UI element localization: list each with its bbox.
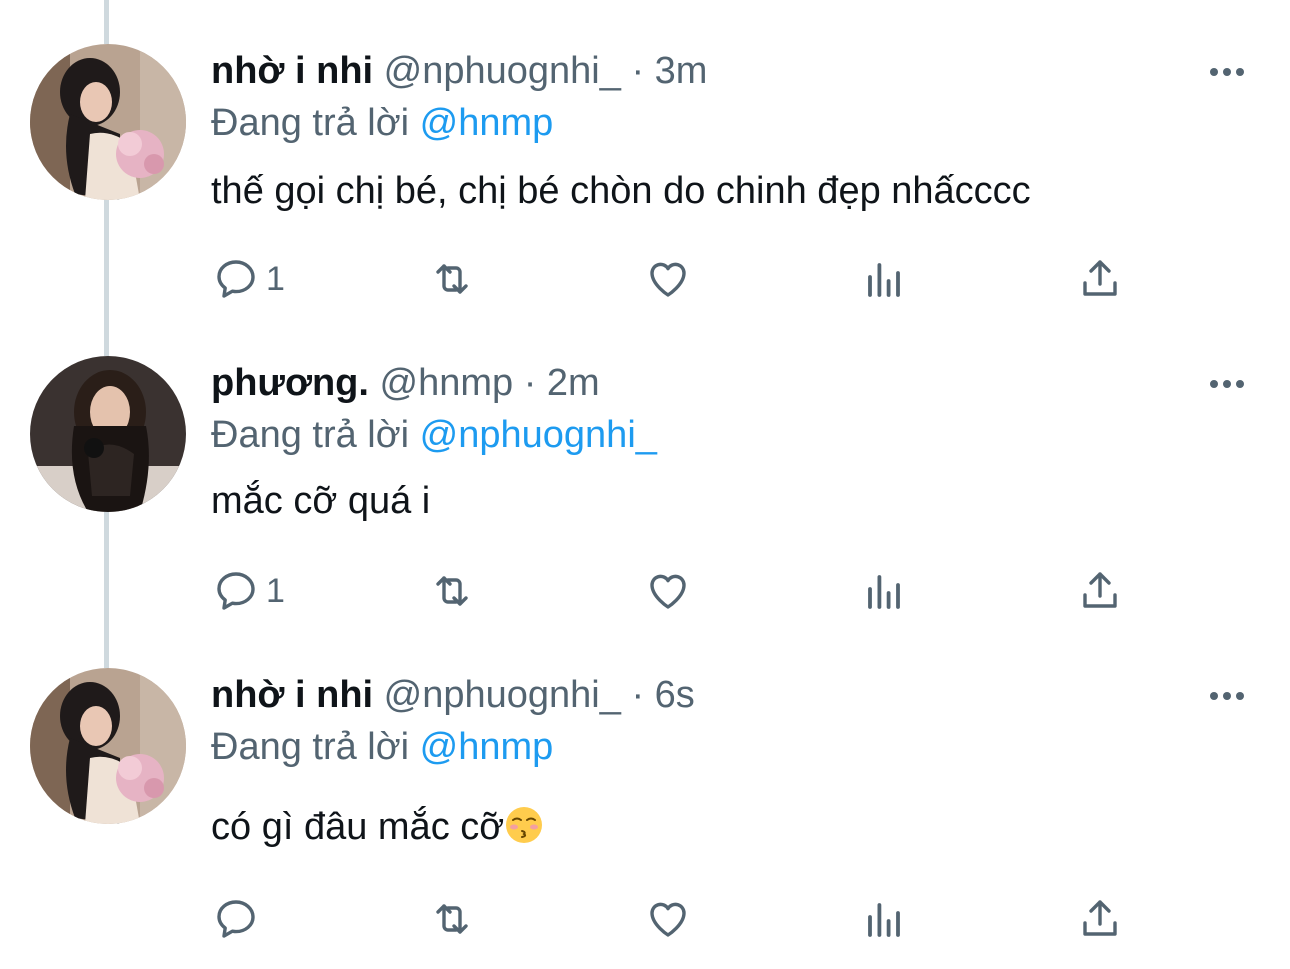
retweet-button[interactable] xyxy=(428,254,476,304)
action-bar: 1 xyxy=(0,566,1290,626)
separator-dot: · xyxy=(631,50,645,92)
reply-count: 1 xyxy=(266,259,285,298)
timestamp[interactable]: 3m xyxy=(655,50,708,92)
display-name[interactable]: nhờ i nhi xyxy=(211,50,373,92)
retweet-button[interactable] xyxy=(428,566,476,616)
avatar[interactable] xyxy=(30,44,186,200)
share-button[interactable] xyxy=(1076,894,1124,944)
thread-line xyxy=(104,0,109,44)
share-icon xyxy=(1083,260,1117,296)
replying-prefix: Đang trả lời xyxy=(211,726,410,768)
share-button[interactable] xyxy=(1076,566,1124,616)
tweet-text: mắc cỡ quá i xyxy=(211,480,431,522)
display-name[interactable]: nhờ i nhi xyxy=(211,674,373,716)
avatar-photo-woman-flowers-icon xyxy=(30,44,186,200)
retweet-icon xyxy=(436,264,468,294)
display-name[interactable]: phương. xyxy=(211,362,369,404)
replying-to: Đang trả lời @hnmp xyxy=(211,724,553,770)
analytics-button[interactable] xyxy=(860,254,908,304)
retweet-icon xyxy=(436,904,468,934)
replying-prefix: Đang trả lời xyxy=(211,414,410,456)
reply-button[interactable]: 1 xyxy=(212,566,285,616)
tweet-text: thế gọi chị bé, chị bé chòn do chinh đẹp… xyxy=(211,170,1031,212)
more-icon[interactable] xyxy=(1206,686,1248,706)
like-button[interactable] xyxy=(644,894,692,944)
like-icon xyxy=(650,902,686,937)
tweet-header: nhờ i nhi @nphuognhi_ · 6s xyxy=(211,672,695,718)
share-icon xyxy=(1083,572,1117,608)
tweet-text: có gì đâu mắc cỡ xyxy=(211,806,505,848)
timestamp[interactable]: 6s xyxy=(655,674,695,716)
mention-link[interactable]: @nphuognhi_ xyxy=(420,414,657,456)
tweet[interactable]: nhờ i nhi @nphuognhi_ · 6s Đang trả lời … xyxy=(0,668,1290,968)
action-bar xyxy=(0,894,1290,954)
replying-to: Đang trả lời @nphuognhi_ xyxy=(211,412,657,458)
analytics-icon xyxy=(868,903,900,937)
action-bar: 1 xyxy=(0,254,1290,314)
share-button[interactable] xyxy=(1076,254,1124,304)
analytics-icon xyxy=(868,263,900,297)
like-button[interactable] xyxy=(644,254,692,304)
share-icon xyxy=(1083,900,1117,936)
tweet[interactable]: nhờ i nhi @nphuognhi_ · 3m Đang trả lời … xyxy=(0,44,1290,324)
analytics-icon xyxy=(868,575,900,609)
retweet-icon xyxy=(436,576,468,606)
user-handle[interactable]: @nphuognhi_ xyxy=(384,50,621,92)
analytics-button[interactable] xyxy=(860,566,908,616)
replying-prefix: Đang trả lời xyxy=(211,102,410,144)
reply-icon xyxy=(217,572,255,610)
tweet-header: phương. @hnmp · 2m xyxy=(211,360,600,406)
tweet[interactable]: phương. @hnmp · 2m Đang trả lời @nphuogn… xyxy=(0,356,1290,636)
avatar-photo-woman-dark-icon xyxy=(30,356,186,512)
user-handle[interactable]: @nphuognhi_ xyxy=(384,674,621,716)
avatar[interactable] xyxy=(30,668,186,824)
tweet-text-container: có gì đâu mắc cỡ xyxy=(211,804,544,850)
retweet-button[interactable] xyxy=(428,894,476,944)
more-icon[interactable] xyxy=(1206,62,1248,82)
like-icon xyxy=(650,262,686,297)
reply-icon xyxy=(217,260,255,298)
like-icon xyxy=(650,574,686,609)
avatar[interactable] xyxy=(30,356,186,512)
timestamp[interactable]: 2m xyxy=(547,362,600,404)
reply-count: 1 xyxy=(266,571,285,610)
replying-to: Đang trả lời @hnmp xyxy=(211,100,553,146)
reply-button[interactable] xyxy=(212,894,266,944)
kissing-face-emoji-icon xyxy=(506,807,543,843)
reply-icon xyxy=(217,900,255,938)
mention-link[interactable]: @hnmp xyxy=(420,102,554,144)
more-icon[interactable] xyxy=(1206,374,1248,394)
separator-dot: · xyxy=(523,362,537,404)
avatar-photo-woman-flowers-icon xyxy=(30,668,186,824)
separator-dot: · xyxy=(631,674,645,716)
user-handle[interactable]: @hnmp xyxy=(380,362,514,404)
like-button[interactable] xyxy=(644,566,692,616)
mention-link[interactable]: @hnmp xyxy=(420,726,554,768)
analytics-button[interactable] xyxy=(860,894,908,944)
reply-button[interactable]: 1 xyxy=(212,254,285,304)
tweet-header: nhờ i nhi @nphuognhi_ · 3m xyxy=(211,48,707,94)
